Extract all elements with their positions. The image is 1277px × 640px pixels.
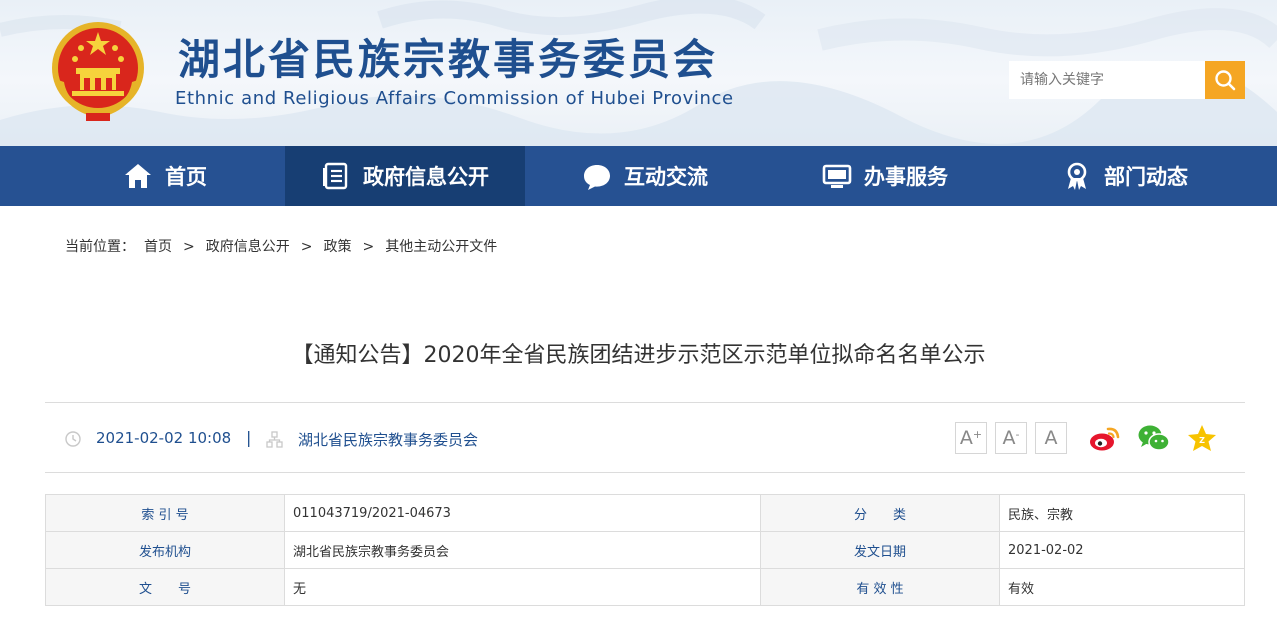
font-size-decrease-button[interactable]: A- (995, 422, 1027, 454)
font-size-increase-button[interactable]: A + (955, 422, 987, 454)
nav-item-department-news[interactable]: 部门动态 (1005, 146, 1245, 206)
share-wechat-button[interactable] (1137, 422, 1171, 454)
info-value-issue-date: 2021-02-02 (999, 531, 1245, 569)
site-title: 湖北省民族宗教事务委员会 (178, 35, 719, 84)
home-icon (123, 161, 153, 191)
info-key-validity: 有 效 性 (760, 568, 1000, 606)
nav-item-interaction[interactable]: 互动交流 (525, 146, 765, 206)
divider (45, 472, 1245, 473)
nav-item-home[interactable]: 首页 (45, 146, 285, 206)
favorite-star-icon: Z (1188, 425, 1216, 451)
font-size-label: A (1002, 427, 1016, 449)
monitor-icon (822, 161, 852, 191)
site-subtitle: Ethnic and Religious Affairs Commission … (175, 88, 734, 109)
breadcrumb-separator: > (362, 239, 375, 255)
clock-icon (65, 431, 81, 447)
breadcrumb-item-home[interactable]: 首页 (144, 239, 172, 255)
info-value-index: 011043719/2021-04673 (284, 494, 761, 532)
document-list-icon (321, 161, 351, 191)
breadcrumb-item-gov-info[interactable]: 政府信息公开 (206, 239, 290, 255)
publisher-source: 湖北省民族宗教事务委员会 (298, 431, 479, 449)
info-key-issue-date: 发文日期 (760, 531, 1000, 569)
breadcrumb-separator: > (300, 239, 313, 255)
info-key-issuer: 发布机构 (45, 531, 285, 569)
font-size-label: A (959, 427, 973, 449)
share-weibo-button[interactable] (1088, 422, 1122, 454)
wechat-icon (1138, 425, 1170, 451)
font-size-label: A (1044, 427, 1058, 449)
favorite-button[interactable]: Z (1185, 422, 1219, 454)
nav-label: 部门动态 (1104, 165, 1188, 189)
search-button[interactable] (1205, 61, 1245, 99)
site-header: 湖北省民族宗教事务委员会 Ethnic and Religious Affair… (0, 0, 1277, 146)
info-key-category: 分 类 (760, 494, 1000, 532)
info-value-issuer: 湖北省民族宗教事务委员会 (284, 531, 761, 569)
national-emblem-logo[interactable] (48, 18, 148, 124)
nav-label: 首页 (165, 165, 207, 189)
article-title: 【通知公告】2020年全省民族团结进步示范区示范单位拟命名名单公示 (291, 343, 986, 368)
breadcrumb-item-other-files[interactable]: 其他主动公开文件 (385, 239, 497, 255)
font-size-reset-button[interactable]: A (1035, 422, 1067, 454)
svg-text:Z: Z (1199, 436, 1205, 445)
info-value-validity: 有效 (999, 568, 1245, 606)
search-icon (1215, 70, 1236, 91)
divider (45, 402, 1245, 403)
nav-label: 政府信息公开 (363, 165, 489, 189)
breadcrumb-prefix: 当前位置： (65, 239, 135, 255)
chat-bubble-icon (582, 161, 612, 191)
search-input[interactable] (1009, 61, 1205, 99)
weibo-icon (1090, 427, 1120, 451)
nav-label: 办事服务 (864, 165, 948, 189)
document-info-table: 索 引 号 011043719/2021-04673 分 类 民族、宗教 发布机… (45, 494, 1245, 606)
main-nav: 首页 政府信息公开 互动交流 办事服务 部门动态 (0, 146, 1277, 206)
breadcrumb-separator: > (183, 239, 195, 255)
info-value-category: 民族、宗教 (999, 494, 1245, 532)
table-row: 索 引 号 011043719/2021-04673 分 类 民族、宗教 (45, 494, 1245, 532)
organization-icon (266, 431, 283, 448)
meta-divider: | (246, 428, 252, 447)
table-row: 发布机构 湖北省民族宗教事务委员会 发文日期 2021-02-02 (45, 531, 1245, 569)
table-row: 文 号 无 有 效 性 有效 (45, 568, 1245, 606)
decrease-mark: - (1015, 427, 1020, 441)
article-meta: 2021-02-02 10:08 | 湖北省民族宗教事务委员会 A+ A- A (45, 420, 1245, 458)
breadcrumb: 当前位置： 首页 > 政府信息公开 > 政策 > 其他主动公开文件 (65, 236, 497, 256)
publish-date: 2021-02-02 10:08 (96, 429, 232, 447)
info-key-index: 索 引 号 (45, 494, 285, 532)
nav-item-gov-info[interactable]: 政府信息公开 (285, 146, 525, 206)
nav-item-services[interactable]: 办事服务 (765, 146, 1005, 206)
breadcrumb-item-policy[interactable]: 政策 (323, 239, 351, 255)
info-key-doc-number: 文 号 (45, 568, 285, 606)
nav-label: 互动交流 (624, 165, 708, 189)
info-value-doc-number: 无 (284, 568, 761, 606)
increase-mark: + (972, 427, 983, 441)
award-badge-icon (1062, 161, 1092, 191)
